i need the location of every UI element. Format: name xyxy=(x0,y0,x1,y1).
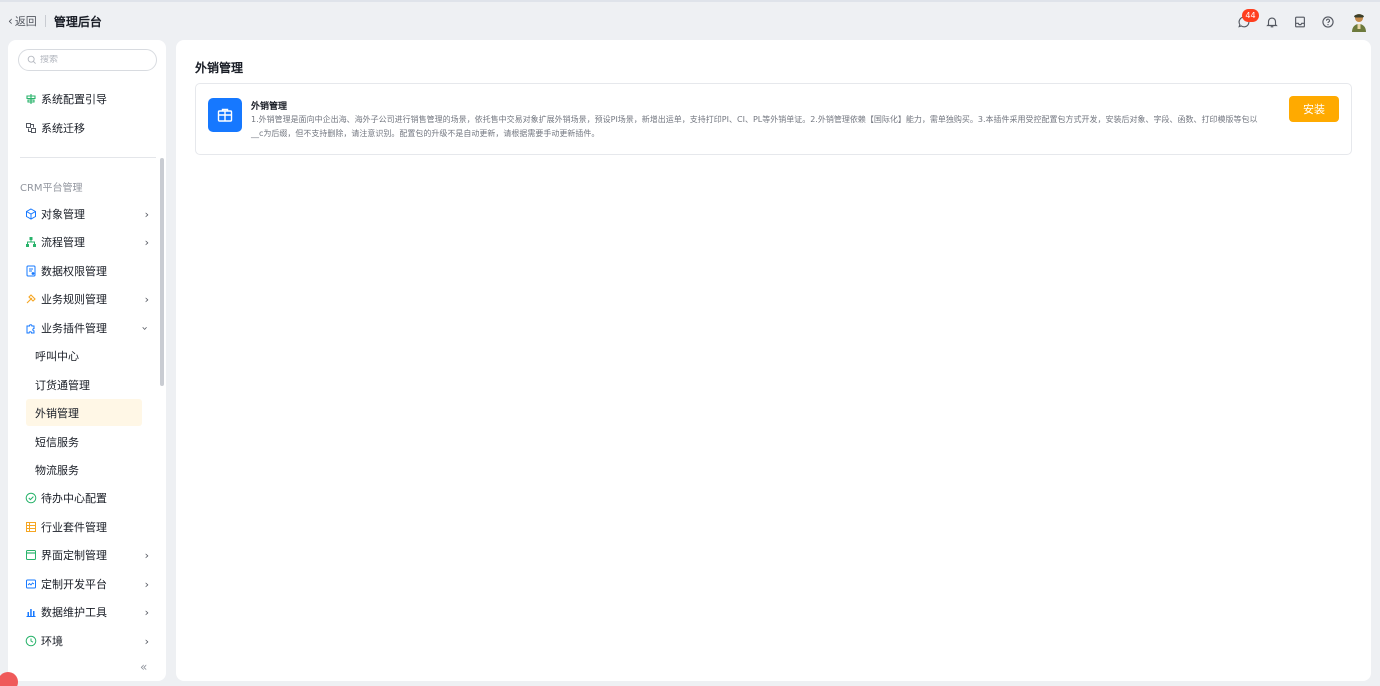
environment-icon xyxy=(24,635,37,648)
chevron-right-icon: › xyxy=(144,605,149,619)
sidebar-item-label: 业务插件管理 xyxy=(41,322,107,335)
sidebar-item-label: 定制开发平台 xyxy=(41,578,107,591)
sidebar-item-data-tool[interactable]: 数据维护工具 › xyxy=(24,601,149,623)
sidebar-scrollbar[interactable] xyxy=(160,158,164,386)
main-panel: 外销管理 外销管理 1.外销管理是面向中企出海、海外子公司进行销售管理的场景，依… xyxy=(176,40,1371,681)
plugin-icon xyxy=(24,322,37,335)
sidebar-item-environment[interactable]: 环境 › xyxy=(24,630,149,652)
sidebar-item-label: 待办中心配置 xyxy=(41,492,107,505)
inbox-icon xyxy=(1295,16,1305,28)
subitem-label: 外销管理 xyxy=(35,406,79,420)
chevron-right-icon: › xyxy=(144,207,149,221)
package-icon xyxy=(217,108,233,122)
notification-badge: 44 xyxy=(1242,9,1259,22)
help-button[interactable] xyxy=(1314,10,1342,34)
sidebar-item-industry-suite[interactable]: 行业套件管理 xyxy=(24,516,149,538)
sidebar-item-dev-platform[interactable]: 定制开发平台 › xyxy=(24,573,149,595)
sidebar-subitem-sms[interactable]: 短信服务 xyxy=(26,428,142,455)
top-right-toolbar: 44 xyxy=(1230,9,1370,34)
search-input[interactable] xyxy=(40,55,140,65)
section-title: CRM平台管理 xyxy=(20,183,83,194)
todo-icon xyxy=(24,492,37,505)
chevron-down-icon: › xyxy=(138,325,152,331)
chevron-right-icon: › xyxy=(144,235,149,249)
sidebar-item-todo-config[interactable]: 待办中心配置 xyxy=(24,487,149,509)
guide-icon xyxy=(24,93,37,106)
back-button[interactable]: ‹ 返回 xyxy=(8,13,37,29)
sidebar-item-label: 数据权限管理 xyxy=(41,265,107,278)
subitem-label: 短信服务 xyxy=(35,435,79,449)
sidebar-item-label: 对象管理 xyxy=(41,208,85,221)
dev-platform-icon xyxy=(24,578,37,591)
ui-custom-icon xyxy=(24,549,37,562)
app-title: 管理后台 xyxy=(53,14,102,29)
sidebar-item-business-plugin[interactable]: 业务插件管理 › xyxy=(24,317,152,339)
sidebar-item-flow[interactable]: 流程管理 › xyxy=(24,231,149,253)
chevron-right-icon: › xyxy=(144,577,149,591)
sidebar-item-object[interactable]: 对象管理 › xyxy=(24,203,149,225)
chat-button[interactable]: 44 xyxy=(1230,9,1259,34)
search-icon xyxy=(27,55,36,64)
back-label: 返回 xyxy=(14,15,37,28)
rule-icon xyxy=(24,293,37,306)
sidebar-subitem-call-center[interactable]: 呼叫中心 xyxy=(26,342,142,369)
chevron-right-icon: › xyxy=(144,634,149,648)
sidebar-item-ui-custom[interactable]: 界面定制管理 › xyxy=(24,544,149,566)
help-icon xyxy=(1322,16,1334,28)
plugin-card-description: 1.外销管理是面向中企出海、海外子公司进行销售管理的场景，依托售中交易对象扩展外… xyxy=(251,115,1258,138)
sidebar-item-business-rule[interactable]: 业务规则管理 › xyxy=(24,288,149,310)
sidebar-item-label: 数据维护工具 xyxy=(41,606,107,619)
collapse-sidebar-button[interactable]: « xyxy=(140,660,147,674)
sidebar-search[interactable] xyxy=(18,49,157,71)
plugin-card-title: 外销管理 xyxy=(251,102,288,112)
sidebar-item-data-permission[interactable]: 数据权限管理 xyxy=(24,260,149,282)
sidebar-subitem-ordering[interactable]: 订货通管理 xyxy=(26,371,142,398)
top-bar: ‹ 返回 管理后台 44 xyxy=(0,0,1380,40)
sidebar-item-label: 系统迁移 xyxy=(41,122,85,135)
sidebar-item-migration[interactable]: 系统迁移 xyxy=(24,117,149,139)
sidebar-item-label: 系统配置引导 xyxy=(41,93,107,106)
subitem-label: 呼叫中心 xyxy=(35,349,79,363)
sidebar-subitem-export-sales[interactable]: 外销管理 xyxy=(26,399,142,426)
object-icon xyxy=(24,208,37,221)
sidebar-item-config-guide[interactable]: 系统配置引导 xyxy=(24,88,149,110)
page-title: 外销管理 xyxy=(195,61,244,75)
chevron-left-icon: ‹ xyxy=(8,14,13,28)
notification-button[interactable] xyxy=(1258,10,1286,34)
sidebar-item-label: 行业套件管理 xyxy=(41,521,107,534)
install-button[interactable]: 安装 xyxy=(1289,96,1339,122)
inbox-button[interactable] xyxy=(1286,10,1314,34)
plugin-card-icon xyxy=(208,98,242,132)
chevron-right-icon: › xyxy=(144,292,149,306)
sidebar-item-label: 环境 xyxy=(41,635,63,648)
chevron-right-icon: › xyxy=(144,548,149,562)
divider xyxy=(20,157,156,158)
divider xyxy=(44,15,46,27)
sidebar-subitem-logistics[interactable]: 物流服务 xyxy=(26,456,142,483)
plugin-card: 外销管理 1.外销管理是面向中企出海、海外子公司进行销售管理的场景，依托售中交易… xyxy=(195,83,1352,155)
subitem-label: 物流服务 xyxy=(35,463,79,477)
sidebar-item-label: 流程管理 xyxy=(41,236,85,249)
data-tool-icon xyxy=(24,606,37,619)
bell-icon xyxy=(1266,17,1278,28)
sidebar: 系统配置引导 系统迁移 CRM平台管理 对象管理 › 流程管理 › 数据权限管理… xyxy=(8,40,166,681)
avatar[interactable] xyxy=(1348,11,1370,33)
flow-icon xyxy=(24,236,37,249)
migrate-icon xyxy=(24,122,37,135)
sidebar-item-label: 界面定制管理 xyxy=(41,549,107,562)
suite-icon xyxy=(24,521,37,534)
subitem-label: 订货通管理 xyxy=(35,378,90,392)
sidebar-item-label: 业务规则管理 xyxy=(41,293,107,306)
data-permission-icon xyxy=(24,265,37,278)
